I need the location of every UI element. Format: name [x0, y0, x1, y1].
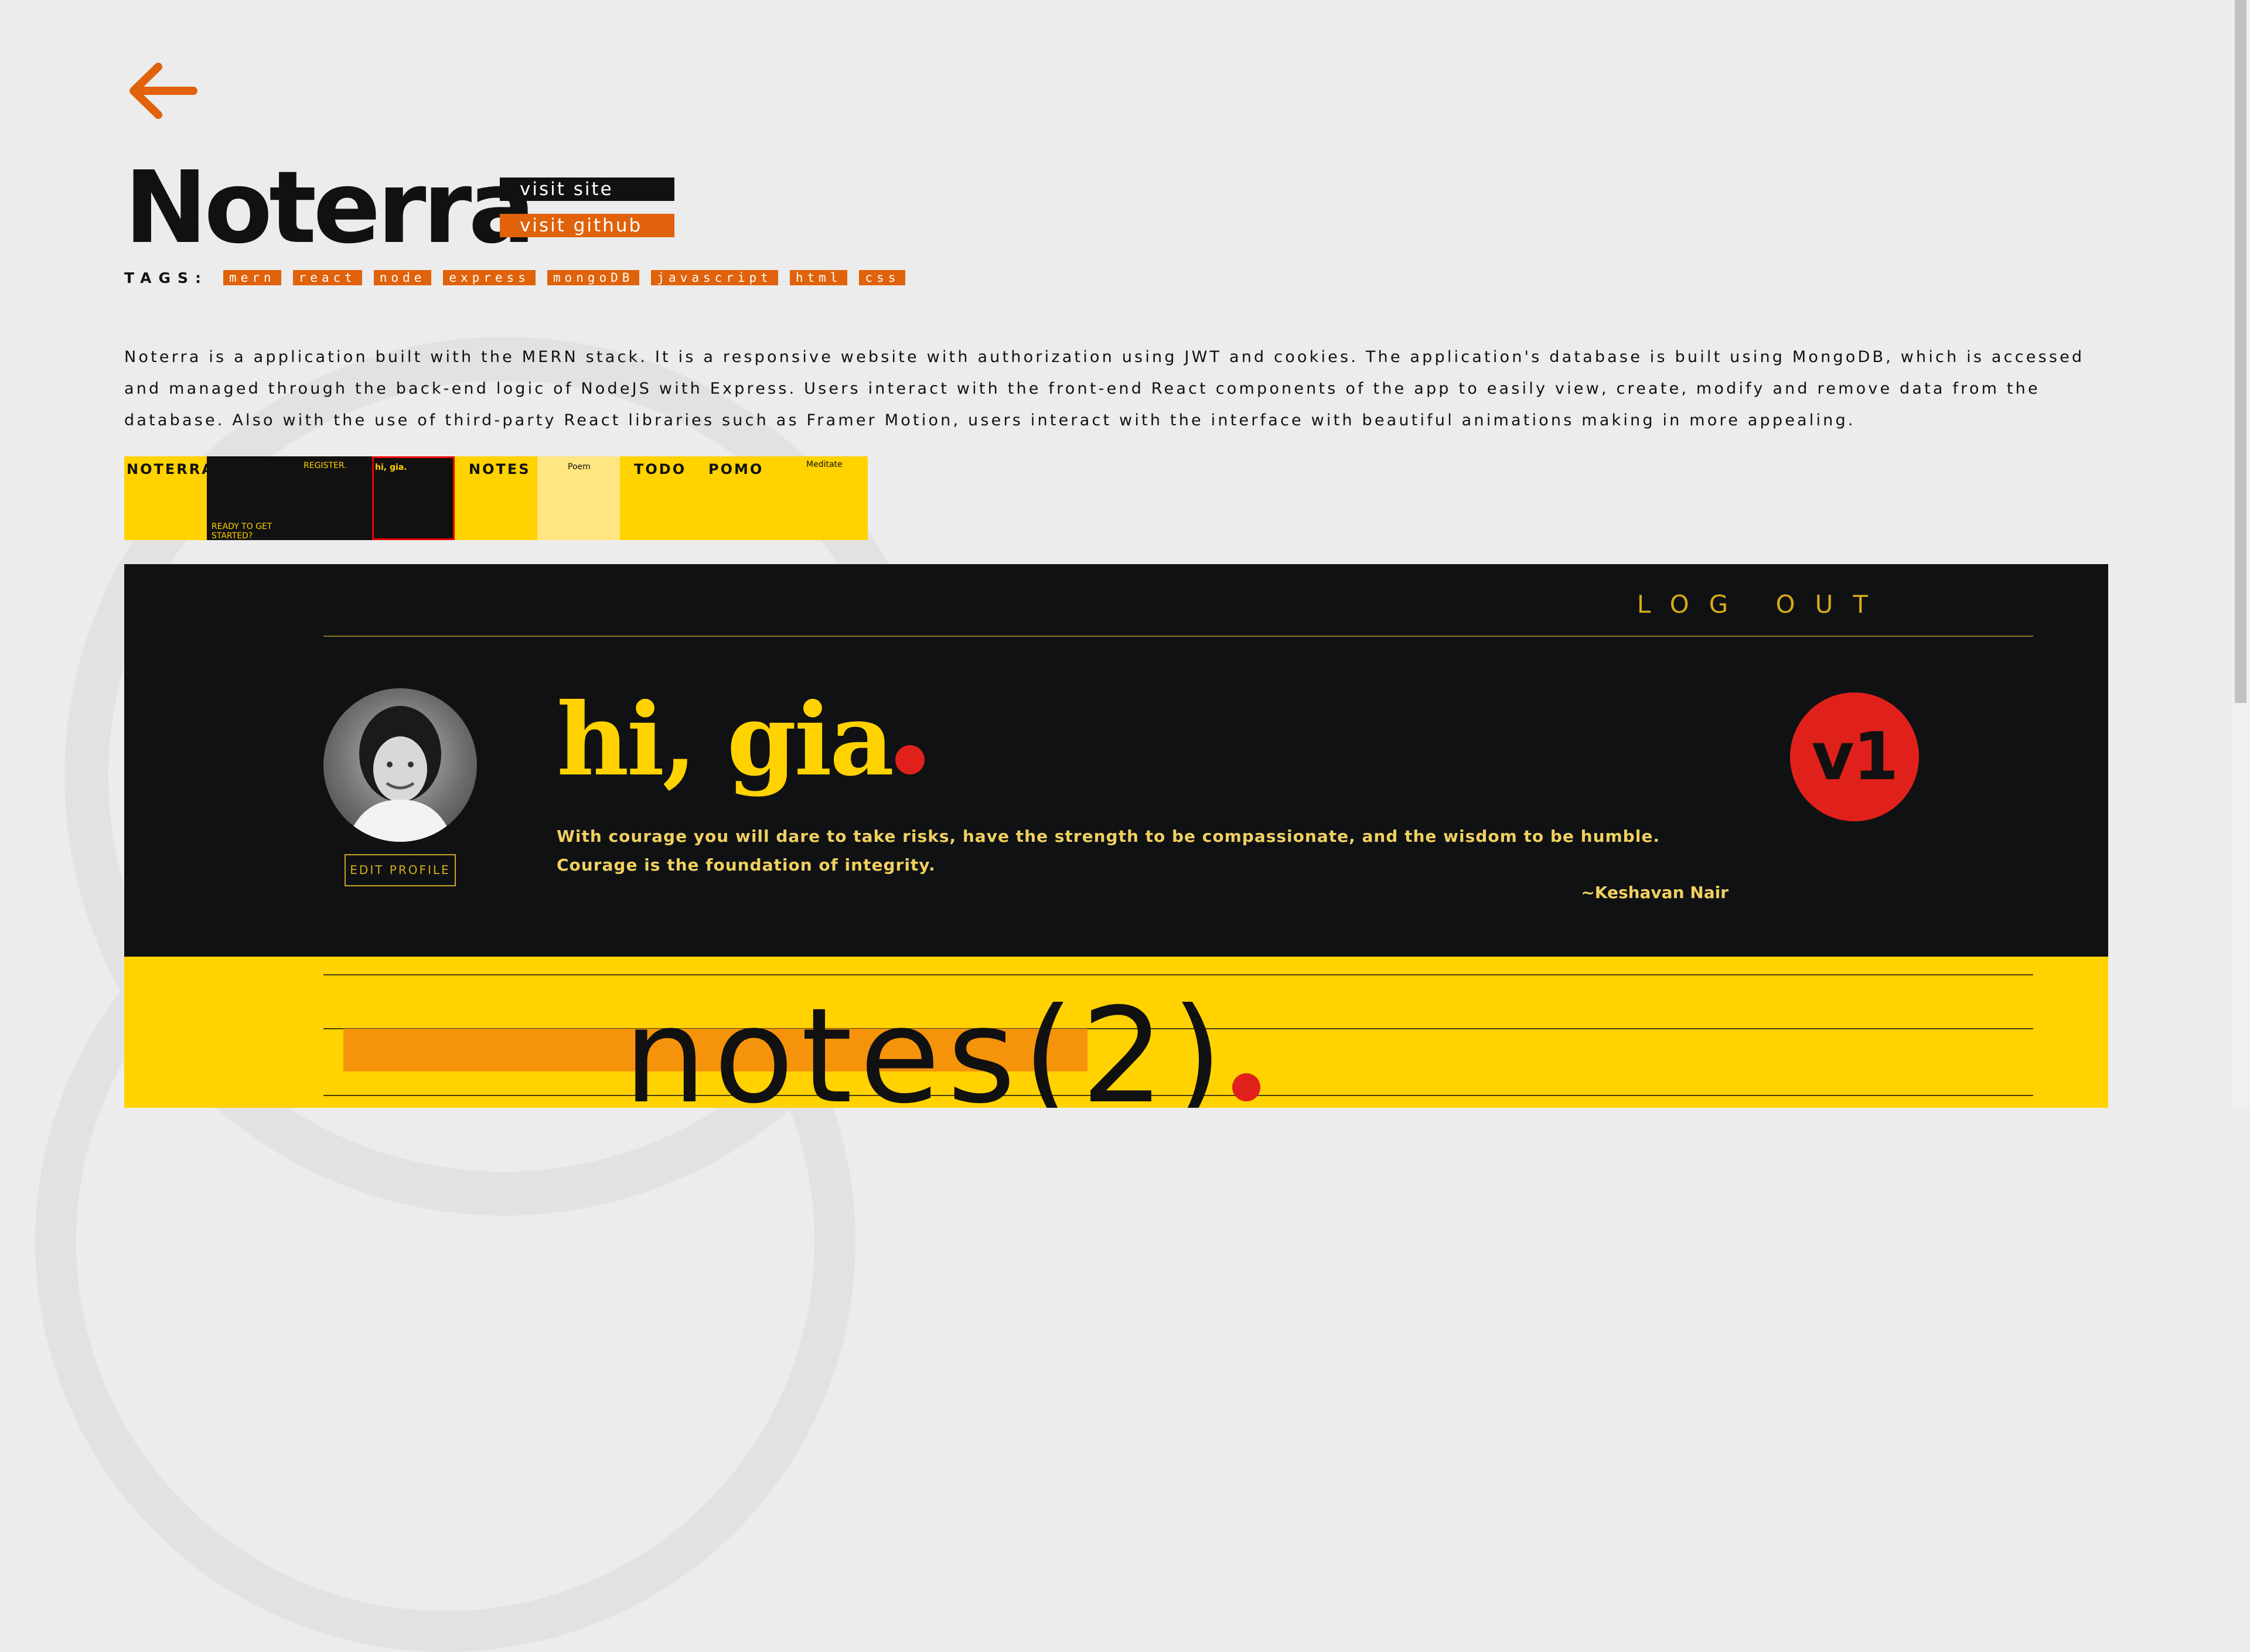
app-preview: LOG OUT EDIT PROFILE hi, gia With courag…	[124, 564, 2108, 1108]
tag-node: node	[373, 270, 432, 285]
greeting-text: hi, gia	[557, 681, 894, 798]
thumbnail-label: POMO	[708, 461, 764, 477]
back-arrow-icon[interactable]	[124, 59, 200, 123]
gallery-thumbnail[interactable]: TODO	[620, 456, 703, 540]
page-scrollbar[interactable]	[2231, 0, 2250, 1108]
tag-javascript: javascript	[651, 270, 778, 285]
tag-react: react	[292, 270, 362, 285]
notes-heading-text: notes(2)	[623, 979, 1230, 1108]
notes-section: notes(2)	[124, 957, 2108, 1108]
screenshot-gallery: NOTERRA READY TO GET STARTED? REGISTER. …	[124, 456, 868, 540]
project-title: Noterra	[124, 150, 536, 266]
thumbnail-label: hi, gia.	[375, 463, 407, 472]
thumbnail-label: Poem	[568, 462, 591, 472]
tag-express: express	[443, 270, 536, 285]
visit-github-button[interactable]: visit github	[500, 214, 674, 237]
daily-quote: With courage you will dare to take risks…	[557, 827, 1660, 875]
gallery-thumbnail[interactable]: NOTES	[455, 456, 537, 540]
visit-site-button[interactable]: visit site	[500, 178, 674, 201]
notes-heading[interactable]: notes(2)	[623, 977, 1260, 1108]
tags-label: TAGS:	[124, 269, 208, 286]
tag-html: html	[789, 270, 848, 285]
quote-author: ~Keshavan Nair	[1581, 883, 1729, 902]
thumbnail-label: NOTES	[469, 461, 531, 477]
version-badge: v1	[1790, 692, 1919, 821]
avatar	[323, 688, 477, 842]
scrollbar-thumb[interactable]	[2235, 0, 2246, 703]
edit-profile-button[interactable]: EDIT PROFILE	[345, 854, 456, 886]
tags-row: TAGS: mern react node express mongoDB ja…	[124, 268, 917, 287]
gallery-thumbnail[interactable]: Meditate	[785, 456, 868, 540]
gallery-thumbnail[interactable]: Poem	[537, 456, 620, 540]
gallery-thumbnail[interactable]: POMO	[703, 456, 785, 540]
notes-dot	[1232, 1073, 1260, 1101]
thumbnail-label: NOTERRA	[127, 461, 207, 477]
greeting-heading: hi, gia	[557, 681, 925, 798]
tag-css: css	[859, 270, 906, 285]
divider	[323, 974, 2033, 975]
greeting-dot	[895, 745, 925, 774]
tag-mern: mern	[223, 270, 281, 285]
dashboard-header: LOG OUT EDIT PROFILE hi, gia With courag…	[124, 564, 2108, 957]
thumbnail-label: READY TO GET STARTED?	[212, 522, 272, 540]
thumbnail-label: REGISTER.	[304, 461, 347, 470]
thumbnail-label: Meditate	[806, 460, 843, 469]
gallery-thumbnail-selected[interactable]: hi, gia.	[372, 456, 455, 540]
thumbnail-label: TODO	[634, 461, 687, 477]
gallery-thumbnail[interactable]: READY TO GET STARTED?	[207, 456, 289, 540]
divider	[323, 636, 2033, 637]
gallery-thumbnail[interactable]: NOTERRA	[124, 456, 207, 540]
gallery-thumbnail[interactable]: REGISTER.	[289, 456, 372, 540]
project-description: Noterra is a application built with the …	[124, 348, 2085, 429]
logout-button[interactable]: LOG OUT	[1637, 590, 1888, 619]
tag-mongodb: mongoDB	[547, 270, 640, 285]
